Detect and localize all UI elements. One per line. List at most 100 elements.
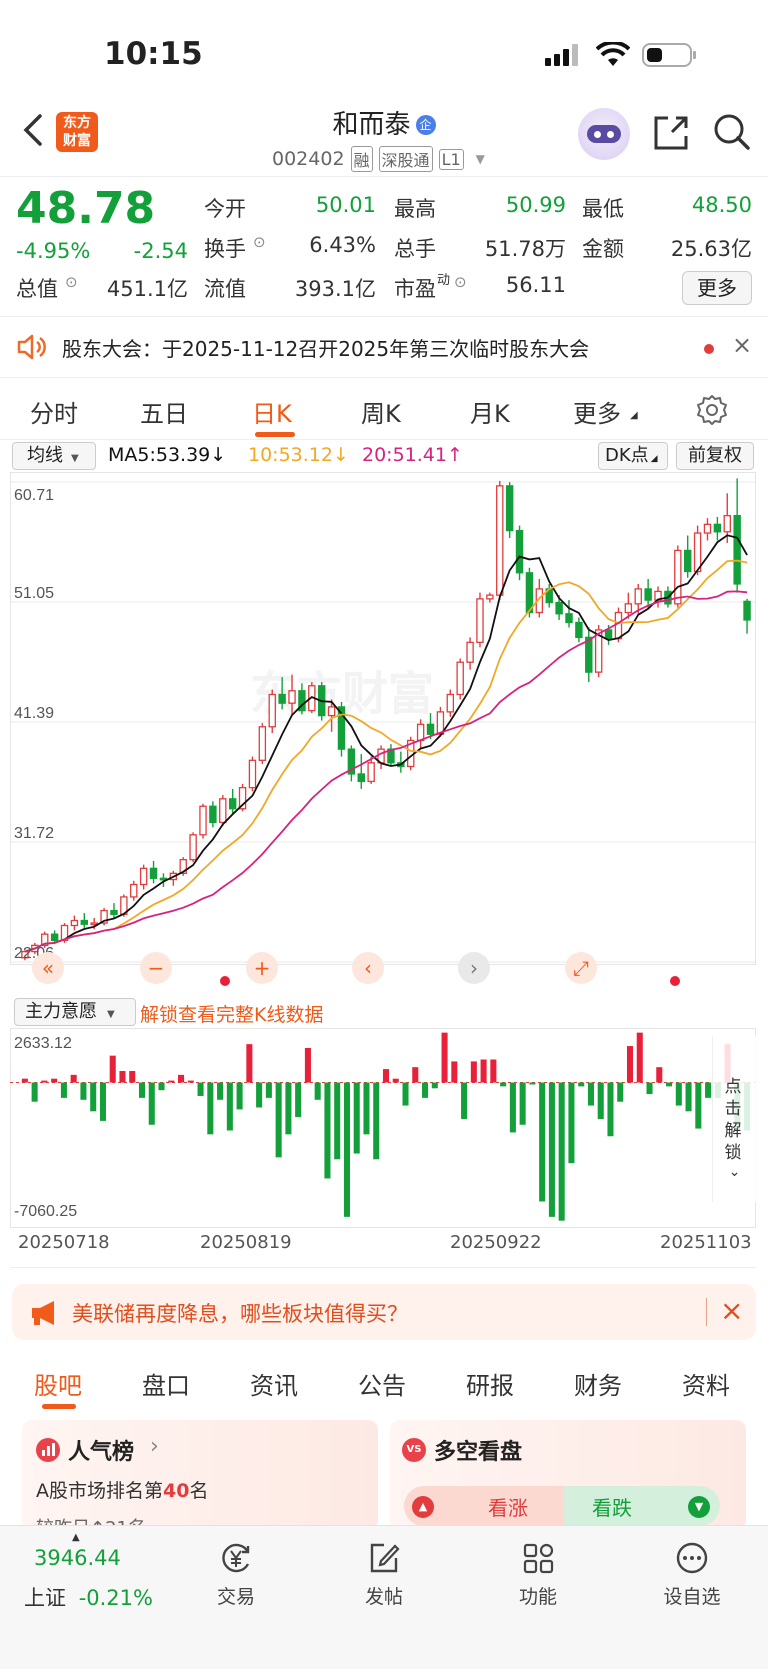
high-value: 50.99 bbox=[505, 193, 566, 217]
open-label: 今开 bbox=[204, 197, 246, 221]
sentiment-card[interactable]: VS 多空看盘 ▲ 看涨 看跌 ▼ bbox=[390, 1420, 746, 1530]
candle-body bbox=[565, 613, 573, 624]
indicator-bar bbox=[373, 1082, 380, 1160]
info-icon[interactable]: ⊙ bbox=[65, 273, 78, 291]
tab-forum[interactable]: 股吧 bbox=[34, 1366, 82, 1401]
tab-five-day[interactable]: 五日 bbox=[140, 394, 188, 429]
popularity-card[interactable]: 人气榜 › A股市场排名第40名 较昨日↑21名 bbox=[22, 1420, 378, 1530]
dk-point-button[interactable]: DK点 ◢ bbox=[598, 442, 668, 470]
indicator-bar bbox=[51, 1078, 58, 1083]
date-tick: 20251103 bbox=[660, 1232, 752, 1253]
index-change[interactable]: -0.21% bbox=[79, 1586, 153, 1610]
indicator-bar bbox=[178, 1074, 185, 1083]
candle-body bbox=[713, 523, 722, 533]
indicator-bar bbox=[158, 1082, 165, 1091]
watchlist-nav[interactable]: 设自选 bbox=[652, 1540, 732, 1609]
ma-selector[interactable]: 均线 ▼ bbox=[12, 442, 96, 470]
tab-finance[interactable]: 财务 bbox=[574, 1366, 622, 1401]
kline-svg[interactable]: 东方财富 60.7151.0541.3931.7222.06 bbox=[10, 472, 756, 992]
promo-banner[interactable]: 美联储再度降息，哪些板块值得买？ × bbox=[12, 1284, 756, 1340]
tab-profile[interactable]: 资料 bbox=[682, 1366, 730, 1401]
zoom-out-button[interactable]: − bbox=[140, 952, 172, 984]
indicator-bar bbox=[392, 1078, 399, 1083]
indicator-chart[interactable]: 2633.12 -7060.25 bbox=[10, 1028, 756, 1228]
divider bbox=[706, 1298, 707, 1326]
low-value: 48.50 bbox=[691, 193, 752, 217]
unlock-side-panel[interactable]: 点击解锁 ⌄ bbox=[712, 1036, 756, 1202]
index-name[interactable]: 上证 bbox=[24, 1586, 66, 1610]
unlock-link[interactable]: 解锁查看完整K线数据 bbox=[140, 1000, 323, 1027]
indicator-bar bbox=[626, 1046, 634, 1083]
bull-label: 看涨 bbox=[488, 1496, 528, 1520]
quote-panel: 48.78 -4.95% -2.54 今开 50.01 最高 50.99 最低 … bbox=[0, 176, 768, 316]
kline-chart[interactable]: 东方财富 60.71 51.05 41.39 31.72 22.06 bbox=[10, 472, 756, 992]
candle-body bbox=[130, 883, 138, 898]
tab-orderbook[interactable]: 盘口 bbox=[142, 1366, 190, 1401]
bull-button[interactable]: ▲ 看涨 bbox=[404, 1486, 574, 1526]
candle-body bbox=[674, 549, 682, 605]
unlock-side-text: 点击解锁 bbox=[724, 1077, 742, 1163]
turnover-value: 6.43% bbox=[309, 233, 376, 257]
indicator-bar bbox=[568, 1082, 575, 1164]
index-value[interactable]: 3946.44 bbox=[34, 1546, 121, 1570]
notice-bar[interactable]: 股东大会：于2025-11-12召开2025年第三次临时股东大会 × bbox=[0, 316, 768, 378]
market-cap-value: 451.1亿 bbox=[106, 277, 188, 301]
indicator-svg[interactable]: 2633.12 -7060.25 bbox=[10, 1028, 756, 1228]
indicator-bar bbox=[636, 1032, 643, 1083]
stock-name: 和而泰 bbox=[332, 110, 411, 140]
indicator-bar bbox=[422, 1082, 429, 1098]
expand-button[interactable]: ⤢ bbox=[565, 952, 597, 984]
bear-button[interactable]: 看跌 ▼ bbox=[564, 1486, 720, 1526]
low-label: 最低 bbox=[582, 197, 624, 221]
candle-body bbox=[367, 762, 375, 783]
indicator-bar bbox=[256, 1082, 263, 1108]
post-nav[interactable]: 发帖 bbox=[344, 1540, 424, 1609]
trade-nav[interactable]: 交易 bbox=[196, 1540, 276, 1609]
tab-active-indicator bbox=[42, 1404, 76, 1409]
robot-avatar[interactable] bbox=[578, 108, 630, 160]
indicator-bar bbox=[431, 1082, 438, 1089]
tab-daily-k[interactable]: 日K bbox=[252, 394, 292, 429]
pe-value: 56.11 bbox=[505, 273, 566, 297]
indicator-bar bbox=[695, 1082, 702, 1129]
tab-intraday[interactable]: 分时 bbox=[30, 394, 78, 429]
tab-weekly-k[interactable]: 周K bbox=[361, 394, 401, 429]
candle-body bbox=[357, 773, 365, 783]
search-icon[interactable] bbox=[712, 112, 752, 156]
previous-button[interactable]: ‹ bbox=[352, 952, 384, 984]
float-cap-value: 393.1亿 bbox=[294, 277, 376, 301]
caret-down-icon[interactable]: ▼ bbox=[476, 152, 485, 166]
tab-announcements[interactable]: 公告 bbox=[358, 1366, 406, 1401]
unread-dot bbox=[704, 344, 714, 354]
sentiment-title: 多空看盘 bbox=[434, 1440, 523, 1465]
candle-body bbox=[624, 603, 633, 614]
rank-number: 40 bbox=[163, 1480, 190, 1502]
adjust-button[interactable]: 前复权 bbox=[676, 442, 754, 470]
indicator-selector[interactable]: 主力意愿 ▼ bbox=[14, 998, 136, 1026]
info-icon[interactable]: ⊙ bbox=[253, 233, 266, 251]
ma20-value: 20:51.41↑ bbox=[362, 444, 463, 466]
next-button[interactable]: › bbox=[458, 952, 490, 984]
y-tick-label: 2633.12 bbox=[14, 1035, 72, 1052]
candle-body bbox=[486, 594, 494, 600]
indicator-header: 主力意愿 ▼ 解锁查看完整K线数据 bbox=[0, 996, 768, 1028]
tab-monthly-k[interactable]: 月K bbox=[470, 394, 510, 429]
amount-value: 25.63亿 bbox=[670, 237, 752, 261]
close-icon[interactable]: × bbox=[720, 1294, 743, 1327]
indicator-bar bbox=[470, 1061, 477, 1083]
zoom-in-button[interactable]: + bbox=[246, 952, 278, 984]
gear-icon[interactable] bbox=[696, 394, 728, 430]
tab-more[interactable]: 更多 bbox=[573, 394, 621, 429]
close-icon[interactable]: × bbox=[732, 331, 752, 359]
tab-news[interactable]: 资讯 bbox=[250, 1366, 298, 1401]
date-tick: 20250718 bbox=[18, 1232, 110, 1253]
indicator-bar bbox=[285, 1082, 292, 1135]
share-icon[interactable] bbox=[652, 114, 690, 156]
indicator-bar bbox=[343, 1082, 350, 1217]
indicator-bar bbox=[60, 1082, 67, 1098]
more-button[interactable]: 更多 bbox=[682, 271, 752, 305]
rewind-button[interactable]: « bbox=[32, 952, 64, 984]
tab-research[interactable]: 研报 bbox=[466, 1366, 514, 1401]
function-nav[interactable]: 功能 bbox=[498, 1540, 578, 1609]
indicator-bar bbox=[168, 1080, 175, 1083]
